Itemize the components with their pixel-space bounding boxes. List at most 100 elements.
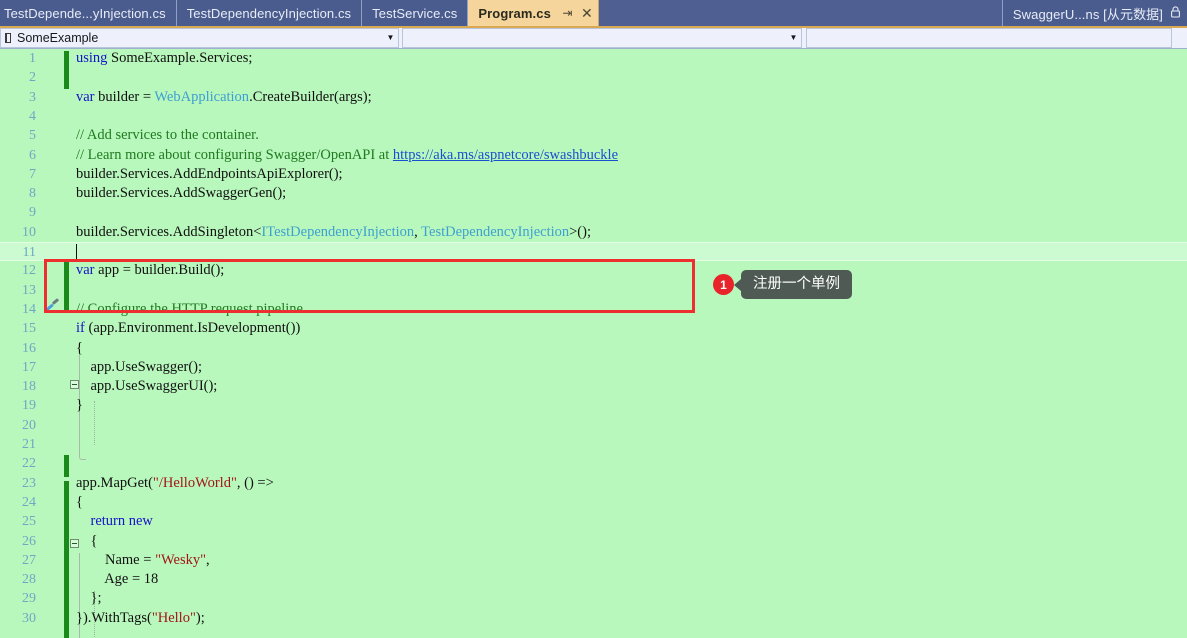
line-number: 20: [22, 417, 36, 433]
line-number: 14: [22, 301, 36, 317]
code-line[interactable]: 7 builder.Services.AddEndpointsApiExplore…: [0, 165, 1187, 184]
code-line[interactable]: 14 // Configure the HTTP request pipeline…: [0, 300, 1187, 319]
code-line[interactable]: 18 app.UseSwaggerUI();: [0, 377, 1187, 396]
type-dropdown-value: SomeExample: [17, 31, 99, 45]
code-text: };: [76, 590, 102, 607]
code-line[interactable]: 22: [0, 454, 1187, 473]
navigation-bar-filler: [806, 28, 1172, 48]
code-text: Name = "Wesky",: [76, 551, 210, 568]
line-number: 13: [22, 282, 36, 298]
code-text: builder.Services.AddEndpointsApiExplorer…: [76, 165, 343, 182]
code-line[interactable]: 3 var builder = WebApplication.CreateBuil…: [0, 88, 1187, 107]
code-text: }: [76, 397, 83, 414]
pin-icon[interactable]: ⇥: [561, 6, 574, 20]
tab-testdependencyinjection-truncated[interactable]: TestDepende...yInjection.cs: [0, 0, 177, 26]
code-text: using SomeExample.Services;: [76, 50, 253, 66]
navigation-bar: SomeExample ▼ ▼: [0, 28, 1187, 49]
line-number: 15: [22, 321, 36, 337]
tab-swagger-metadata[interactable]: SwaggerU...ns [从元数据]: [1001, 0, 1187, 26]
code-text: // Configure the HTTP request pipeline.: [76, 300, 307, 317]
tab-label: SwaggerU...ns [从元数据]: [1012, 6, 1163, 22]
code-line[interactable]: 12 var app = builder.Build();: [0, 261, 1187, 280]
code-line[interactable]: 19}: [0, 396, 1187, 415]
code-text: {: [76, 532, 98, 549]
tab-program-active[interactable]: Program.cs ⇥ ✕: [468, 0, 599, 26]
tab-testservice[interactable]: TestService.cs: [362, 0, 469, 26]
tab-strip-spacer: [598, 0, 1002, 26]
line-number: 25: [22, 514, 36, 530]
quick-actions-icon[interactable]: [44, 298, 60, 314]
line-number: 7: [29, 166, 36, 182]
annotation-badge: 1: [713, 274, 734, 296]
code-line[interactable]: 9: [0, 203, 1187, 222]
annotation-callout: 1 注册一个单例: [713, 270, 852, 300]
code-text: builder.Services.AddSingleton<ITestDepen…: [76, 223, 591, 240]
code-line[interactable]: 13: [0, 281, 1187, 300]
line-number: 5: [29, 128, 36, 144]
annotation-text: 注册一个单例: [734, 270, 852, 300]
line-number: 10: [22, 224, 36, 240]
line-number: 2: [29, 70, 36, 86]
code-text: return new: [90, 513, 153, 530]
code-text: Age = 18: [76, 571, 159, 588]
code-text: var builder = WebApplication.CreateBuild…: [76, 88, 372, 105]
code-text: if (app.Environment.IsDevelopment()): [76, 320, 301, 337]
code-line[interactable]: 24 {: [0, 493, 1187, 512]
tab-label: Program.cs: [478, 5, 551, 21]
code-line[interactable]: 26 {: [0, 532, 1187, 551]
code-content[interactable]: 1 using SomeExample.Services; 2 3 var builde…: [0, 49, 1187, 638]
tab-label: TestService.cs: [372, 5, 458, 21]
line-number: 16: [22, 340, 36, 356]
code-text: // Add services to the container.: [76, 127, 259, 144]
line-number: 3: [29, 89, 36, 105]
code-line[interactable]: 28 Age = 18: [0, 570, 1187, 589]
tab-testdependencyinjection[interactable]: TestDependencyInjection.cs: [176, 0, 363, 26]
member-dropdown[interactable]: ▼: [402, 28, 802, 48]
code-line[interactable]: 5 // Add services to the container.: [0, 126, 1187, 145]
code-line[interactable]: 21: [0, 435, 1187, 454]
line-number: 27: [22, 552, 36, 568]
chevron-down-icon[interactable]: ▼: [383, 34, 398, 42]
code-line[interactable]: 27 Name = "Wesky",: [0, 551, 1187, 570]
code-line[interactable]: 25 return new: [0, 512, 1187, 531]
text-caret: [76, 244, 77, 259]
code-text: app.UseSwagger();: [76, 358, 203, 375]
line-number: 17: [22, 359, 36, 375]
code-line[interactable]: 10 builder.Services.AddSingleton<ITestDep…: [0, 223, 1187, 242]
class-icon: [3, 32, 14, 44]
line-number: 9: [29, 205, 36, 221]
line-number: 22: [22, 456, 36, 472]
line-number: 29: [22, 591, 36, 607]
code-line[interactable]: 20: [0, 416, 1187, 435]
code-line[interactable]: 17 app.UseSwagger();: [0, 358, 1187, 377]
code-line[interactable]: 23 app.MapGet("/HelloWorld", () =>: [0, 474, 1187, 493]
code-text: {: [76, 493, 83, 510]
line-number: 23: [22, 475, 36, 491]
code-line[interactable]: 1 using SomeExample.Services;: [0, 49, 1187, 68]
code-editor[interactable]: 1 using SomeExample.Services; 2 3 var builde…: [0, 49, 1187, 638]
code-line[interactable]: 2: [0, 68, 1187, 87]
code-line[interactable]: 6 // Learn more about configuring Swagger…: [0, 146, 1187, 165]
code-line[interactable]: 29 };: [0, 589, 1187, 608]
line-number: 4: [29, 108, 36, 124]
code-line[interactable]: 8 builder.Services.AddSwaggerGen();: [0, 184, 1187, 203]
chevron-down-icon[interactable]: ▼: [786, 34, 801, 42]
type-dropdown[interactable]: SomeExample ▼: [0, 28, 399, 48]
line-number: 8: [29, 186, 36, 202]
code-text: app.UseSwaggerUI();: [76, 378, 218, 395]
code-line[interactable]: 4: [0, 107, 1187, 126]
code-line[interactable]: 11: [0, 242, 1187, 262]
code-line[interactable]: 16 {: [0, 339, 1187, 358]
code-text: }).WithTags("Hello");: [76, 609, 205, 626]
code-line[interactable]: 15 if (app.Environment.IsDevelopment()): [0, 319, 1187, 338]
line-number: 1: [29, 51, 36, 66]
line-number: 19: [22, 398, 36, 414]
tab-label: TestDependencyInjection.cs: [186, 5, 352, 21]
line-number: 11: [22, 245, 36, 260]
close-icon[interactable]: ✕: [580, 6, 594, 20]
code-text: builder.Services.AddSwaggerGen();: [76, 185, 287, 202]
code-line[interactable]: 30}).WithTags("Hello");: [0, 609, 1187, 628]
line-number: 12: [22, 263, 36, 279]
lock-icon: [1170, 5, 1181, 21]
tab-label: TestDepende...yInjection.cs: [4, 5, 166, 21]
